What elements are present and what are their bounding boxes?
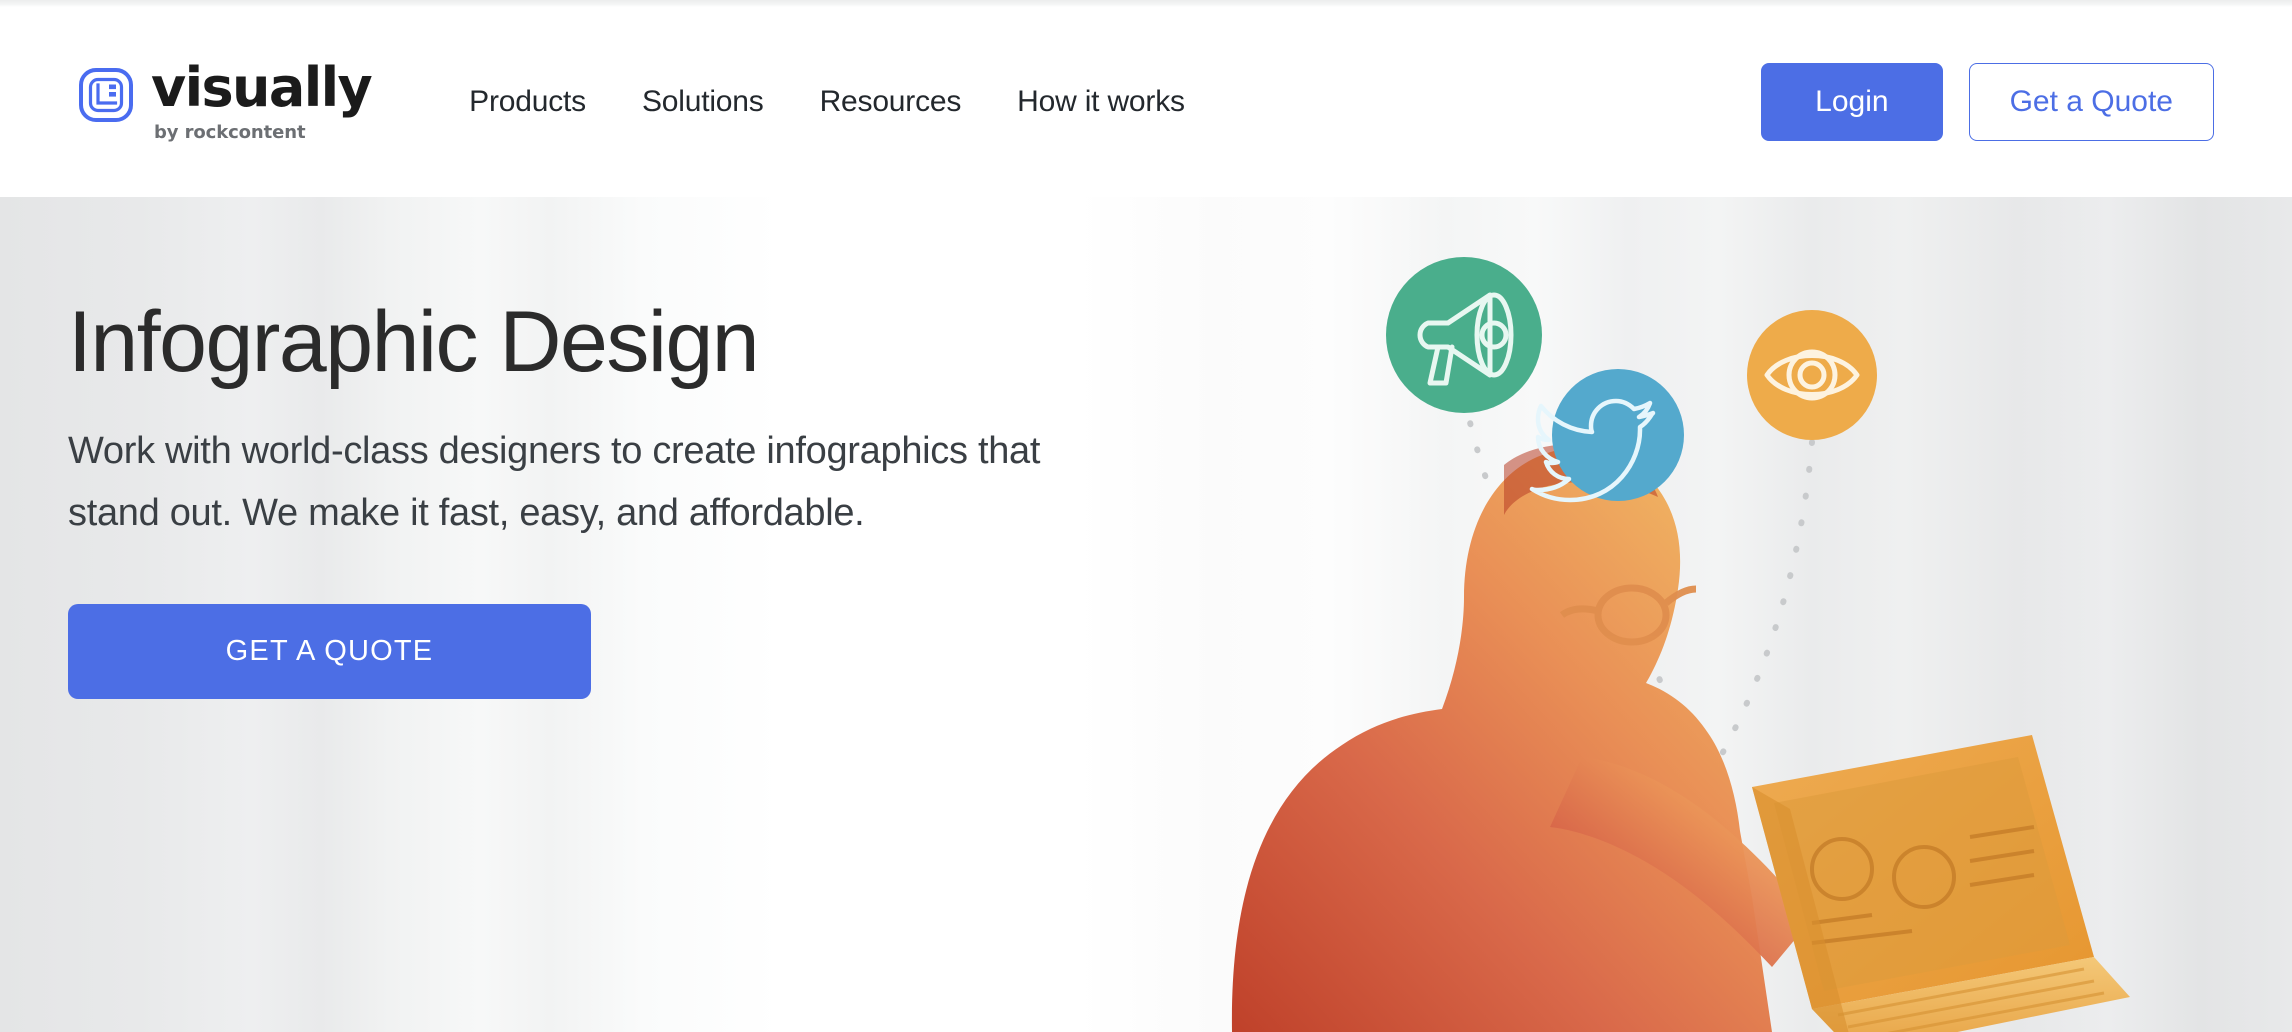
brand-logo-link[interactable]: visually by rockcontent	[78, 56, 373, 143]
nav-item-how-it-works[interactable]: How it works	[1017, 85, 1185, 119]
bubble-twitter	[1529, 369, 1684, 503]
top-accent-strip	[0, 0, 2292, 7]
get-a-quote-button[interactable]: Get a Quote	[1968, 63, 2214, 141]
login-button[interactable]: Login	[1761, 63, 1943, 141]
header-actions: Login Get a Quote	[1761, 63, 2214, 141]
hero-copy: Infographic Design Work with world-class…	[68, 294, 1188, 700]
visually-logo-icon	[78, 67, 134, 123]
hero-get-a-quote-button[interactable]: GET A QUOTE	[68, 604, 591, 700]
brand-name: visually	[151, 56, 373, 119]
nav-item-resources[interactable]: Resources	[820, 85, 962, 119]
twitter-bird-icon	[1529, 398, 1656, 503]
site-header: visually by rockcontent Products Solutio…	[0, 7, 2292, 197]
eye-icon	[1764, 349, 1860, 401]
hero-section: Infographic Design Work with world-class…	[0, 197, 2292, 1032]
dotted-connector-lines	[1461, 394, 1815, 818]
hero-illustration	[1112, 197, 2292, 1032]
nav-item-products[interactable]: Products	[469, 85, 586, 119]
main-navigation: Products Solutions Resources How it work…	[469, 85, 1185, 119]
bubble-megaphone	[1386, 257, 1542, 413]
page-title: Infographic Design	[68, 294, 760, 390]
hero-subtitle: Work with world-class designers to creat…	[68, 430, 1041, 534]
megaphone-icon	[1417, 292, 1514, 386]
bubble-eye	[1747, 310, 1877, 440]
person-with-laptop-illustration	[1231, 444, 2130, 1032]
nav-item-solutions[interactable]: Solutions	[642, 85, 764, 119]
brand-tagline: by rockcontent	[154, 122, 306, 143]
